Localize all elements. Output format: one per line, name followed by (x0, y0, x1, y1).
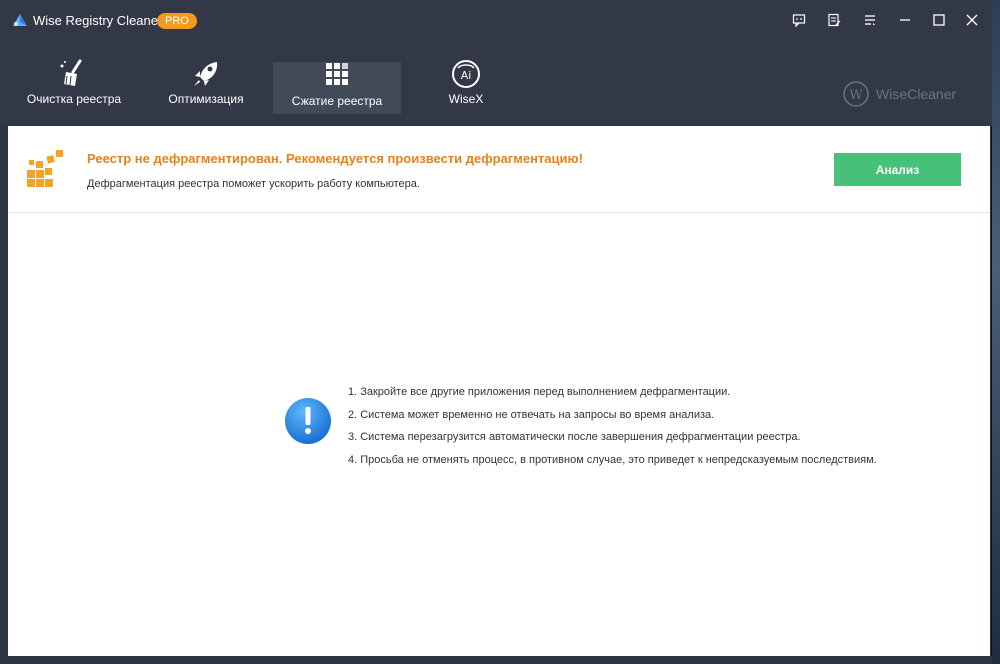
notes-button[interactable] (821, 8, 847, 32)
feedback-icon (792, 14, 806, 27)
tab-optimization[interactable]: Оптимизация (160, 58, 252, 126)
tab-label: Сжатие реестра (291, 94, 383, 108)
feedback-button[interactable] (786, 8, 812, 32)
wisecleaner-brand: W WiseCleaner (842, 80, 956, 108)
alert-subtitle: Дефрагментация реестра поможет ускорить … (87, 178, 420, 190)
exclamation-icon (285, 398, 331, 444)
svg-text:Ai: Ai (461, 69, 472, 82)
wisecleaner-logo-icon: W (843, 81, 869, 107)
grid-icon (326, 63, 348, 85)
tab-label: Очистка реестра (26, 92, 122, 106)
svg-text:W: W (849, 88, 863, 103)
defrag-blocks-icon (27, 150, 63, 187)
minimize-button[interactable] (892, 8, 918, 32)
pro-badge: PRO (157, 13, 197, 29)
app-window: Wise Registry Cleaner 11 PRO Очистка рее… (0, 0, 992, 664)
list-item: 2. Система может временно не отвечать на… (348, 408, 715, 421)
title-bar[interactable]: Wise Registry Cleaner 11 PRO (0, 0, 992, 40)
tab-registry-defrag[interactable]: Сжатие реестра (273, 62, 401, 114)
analyze-button[interactable]: Анализ (834, 153, 961, 186)
list-item: 3. Система перезагрузится автоматически … (348, 431, 801, 443)
menu-icon (865, 15, 875, 25)
ai-icon: Ai (452, 60, 480, 88)
close-icon (966, 14, 978, 26)
rocket-icon (194, 62, 218, 86)
main-navigation: Очистка реестра Оптимизация Сжатие реест… (0, 40, 992, 126)
list-item: 1. Закройте все другие приложения перед … (348, 386, 731, 398)
notes-icon (828, 13, 841, 27)
maximize-button[interactable] (926, 8, 952, 32)
close-button[interactable] (959, 8, 985, 32)
tab-registry-cleaner[interactable]: Очистка реестра (20, 58, 128, 126)
window-bottom-border (0, 656, 992, 664)
list-item: 4. Просьба не отменять процесс, в против… (348, 453, 877, 466)
broom-icon (60, 59, 82, 86)
status-banner: Реестр не дефрагментирован. Рекомендуетс… (8, 126, 990, 213)
brand-text: WiseCleaner (876, 86, 957, 102)
main-content: Реестр не дефрагментирован. Рекомендуетс… (8, 126, 990, 656)
maximize-icon (933, 14, 945, 26)
alert-title: Реестр не дефрагментирован. Рекомендуетс… (87, 151, 583, 166)
tab-wisex[interactable]: Ai WiseX (430, 58, 502, 126)
minimize-icon (900, 19, 910, 21)
menu-button[interactable] (857, 8, 883, 32)
tab-label: WiseX (448, 92, 484, 106)
tab-label: Оптимизация (168, 92, 244, 106)
instructions-list: 1. Закройте все другие приложения перед … (348, 384, 877, 474)
app-logo-icon (13, 14, 27, 26)
